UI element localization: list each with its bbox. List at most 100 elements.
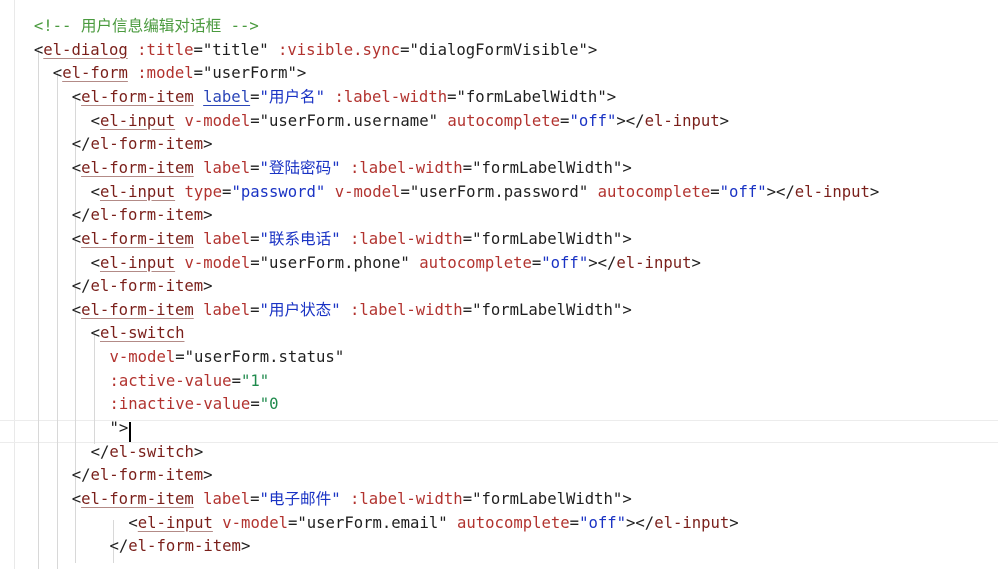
code-token: "formLabelWidth" — [456, 87, 607, 106]
code-token: el-input — [137, 513, 213, 532]
code-token: > — [203, 135, 213, 154]
code-token: :label-width — [334, 87, 448, 106]
code-token: :label-width — [350, 300, 463, 319]
code-line[interactable]: <el-input v-model="userForm.username" au… — [91, 109, 729, 133]
code-line[interactable]: <el-form-item label="电子邮件" :label-width=… — [72, 487, 632, 511]
code-token: < — [71, 158, 82, 177]
code-line[interactable]: </el-form-item> — [72, 203, 213, 227]
code-token: "0 — [259, 395, 279, 414]
code-token: > — [691, 253, 701, 272]
code-token: > — [622, 158, 632, 177]
code-editor[interactable]: <!-- 用户信息编辑对话框 --> <el-dialog :title="tit… — [0, 0, 998, 569]
code-line[interactable]: "> — [110, 416, 129, 440]
code-token: el-form-item — [81, 87, 194, 106]
code-token: "登陆密码" — [259, 158, 341, 177]
code-token: autocomplete — [419, 253, 532, 272]
code-line[interactable]: <el-dialog :title="title" :visible.sync=… — [34, 38, 597, 62]
code-token: > — [622, 300, 632, 319]
text-cursor — [129, 422, 131, 442]
code-token: "off" — [719, 182, 767, 201]
code-token: = — [231, 371, 241, 390]
code-token: < — [71, 87, 82, 106]
code-token: el-switch — [109, 442, 194, 461]
code-token: el-form-item — [128, 537, 241, 556]
code-line[interactable]: </el-switch> — [91, 440, 204, 464]
code-line[interactable]: :active-value="1" — [110, 369, 270, 393]
code-token: ></ — [766, 182, 795, 201]
code-token: > — [587, 40, 598, 59]
code-token: </ — [90, 442, 110, 461]
code-token: = — [462, 158, 473, 177]
code-token: "formLabelWidth" — [472, 158, 623, 177]
code-token: "1" — [240, 371, 270, 390]
code-line[interactable]: v-model="userForm.status" — [110, 345, 345, 369]
code-token: = — [462, 490, 473, 508]
code-line[interactable]: <el-input type="password" v-model="userF… — [91, 180, 880, 204]
code-line[interactable]: <el-input v-model="userForm.phone" autoc… — [91, 251, 701, 275]
code-line[interactable]: </el-form-item> — [110, 534, 251, 558]
code-token: el-form-item — [90, 206, 204, 225]
code-token: "formLabelWidth" — [472, 229, 623, 248]
code-token: autocomplete — [457, 513, 570, 532]
code-line[interactable]: <el-form-item label="联系电话" :label-width=… — [72, 227, 632, 251]
indent-guide-line — [56, 70, 58, 569]
code-line[interactable]: <!-- 用户信息编辑对话框 --> — [34, 14, 259, 38]
code-token: :title — [137, 40, 194, 59]
code-token: "用户名" — [259, 87, 326, 106]
code-token: el-switch — [99, 324, 185, 343]
code-token: < — [71, 229, 82, 248]
code-line[interactable]: <el-form :model="userForm"> — [53, 61, 307, 85]
code-token: :visible.sync — [278, 40, 401, 59]
code-line[interactable]: <el-form-item label="登陆密码" :label-width=… — [72, 156, 632, 180]
code-token: = — [462, 300, 473, 319]
code-token: > — [606, 87, 617, 106]
code-token: ></ — [588, 253, 617, 272]
code-token: </ — [71, 135, 91, 154]
code-token: > — [719, 111, 730, 130]
code-token: </ — [109, 537, 129, 556]
code-token: el-form-item — [81, 229, 194, 248]
code-token: el-form-item — [90, 277, 204, 296]
code-token: > — [193, 442, 204, 461]
code-token: :model — [137, 64, 194, 83]
code-token: = — [710, 182, 720, 201]
code-line[interactable]: </el-form-item> — [72, 132, 213, 156]
code-token: = — [400, 182, 410, 201]
code-token: < — [71, 300, 82, 319]
code-token: = — [569, 513, 580, 532]
code-token: < — [90, 111, 100, 130]
code-token: "userForm.username" — [259, 111, 438, 130]
code-token: = — [193, 40, 203, 59]
code-token: label — [203, 158, 251, 177]
code-token: "formLabelWidth" — [472, 490, 623, 508]
code-token: el-input — [644, 111, 720, 130]
code-token: "用户状态" — [259, 300, 341, 319]
code-token: v-model — [109, 348, 176, 367]
code-token: label — [203, 490, 251, 508]
code-line[interactable]: <el-form-item label="用户状态" :label-width=… — [72, 298, 632, 322]
code-line[interactable]: <el-form-item label="用户名" :label-width="… — [72, 85, 616, 109]
code-token: v-model — [184, 253, 251, 272]
code-line[interactable]: <el-switch — [91, 321, 185, 345]
code-token: el-input — [99, 111, 176, 130]
code-token: = — [250, 111, 260, 130]
code-line[interactable]: </el-form-item> — [72, 274, 213, 298]
code-line[interactable]: <el-input v-model="userForm.email" autoc… — [128, 511, 738, 535]
code-token: = — [447, 87, 457, 106]
code-token: "userForm.email" — [297, 513, 448, 532]
code-line[interactable]: </el-form-item> — [72, 463, 213, 487]
code-token: < — [71, 490, 82, 508]
code-token: = — [175, 348, 185, 367]
code-token: ></ — [626, 513, 655, 532]
code-line[interactable]: :inactive-value="0 — [110, 392, 279, 416]
code-token: "userForm.status" — [184, 348, 345, 367]
